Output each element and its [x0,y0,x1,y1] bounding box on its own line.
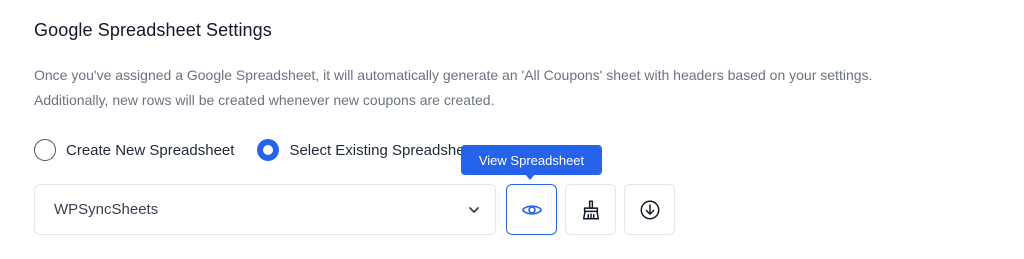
section-title: Google Spreadsheet Settings [34,20,272,40]
radio-option-create-new[interactable]: Create New Spreadsheet [34,139,234,161]
spreadsheet-select-value: WPSyncSheets [54,201,159,218]
radio-label-create-new: Create New Spreadsheet [66,141,235,159]
description-line-2: Additionally, new rows will be created w… [34,92,495,108]
spreadsheet-select[interactable]: WPSyncSheets [34,184,496,235]
tooltip-arrow [525,174,535,180]
clear-spreadsheet-button[interactable] [565,184,616,235]
radio-label-select-existing: Select Existing Spreadsheet [289,141,478,159]
eye-icon [521,204,542,215]
radio-button-create-new[interactable] [34,139,56,161]
spreadsheet-mode-radio-group: Create New Spreadsheet Select Existing S… [34,138,500,162]
download-icon [640,200,659,219]
broom-icon [582,200,599,219]
description-line-1: Once you've assigned a Google Spreadshee… [34,67,873,83]
view-spreadsheet-button[interactable] [506,184,557,235]
radio-button-select-existing[interactable] [257,139,280,161]
chevron-down-icon [469,207,479,213]
radio-option-select-existing[interactable]: Select Existing Spreadsheet [257,139,477,161]
view-spreadsheet-tooltip: View Spreadsheet [461,145,602,175]
section-description: Once you've assigned a Google Spreadshee… [34,63,1014,113]
download-spreadsheet-button[interactable] [624,184,675,235]
